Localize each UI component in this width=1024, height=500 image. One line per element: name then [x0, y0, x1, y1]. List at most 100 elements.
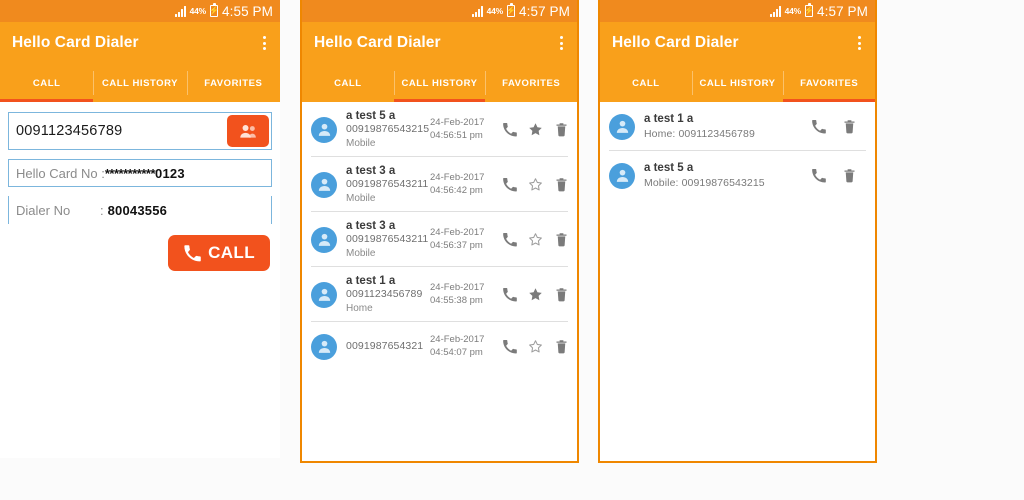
- contact-info: a test 5 a Mobile: 00919876543215: [644, 161, 807, 190]
- call-icon[interactable]: [811, 119, 826, 134]
- tab-favorites[interactable]: FAVORITES: [186, 64, 280, 102]
- delete-icon[interactable]: [842, 119, 857, 134]
- call-date: 24-Feb-2017: [430, 171, 485, 183]
- delete-icon[interactable]: [554, 287, 569, 302]
- call-time: 04:54:07 pm: [430, 346, 483, 358]
- contact-name: a test 3 a: [346, 165, 396, 178]
- person-icon: [616, 120, 628, 133]
- avatar: [609, 162, 635, 189]
- overflow-menu-icon[interactable]: [855, 33, 864, 53]
- call-timestamp: 24-Feb-2017 04:56:51 pm: [430, 117, 498, 143]
- call-icon[interactable]: [502, 177, 517, 192]
- delete-icon[interactable]: [554, 122, 569, 137]
- tab-favorites[interactable]: FAVORITES: [485, 64, 577, 102]
- delete-icon[interactable]: [554, 339, 569, 354]
- tab-call[interactable]: CALL: [600, 64, 692, 102]
- delete-icon[interactable]: [554, 177, 569, 192]
- battery-percent-label: 44%: [486, 6, 504, 16]
- favorite-star-icon[interactable]: [528, 339, 543, 354]
- contact-type: Mobile: [346, 138, 376, 150]
- dialer-no-value: 80043556: [107, 202, 168, 218]
- battery-charging-icon: ⚡: [506, 3, 516, 17]
- tab-bar: CALL CALL HISTORY FAVORITES: [302, 64, 577, 102]
- call-time: 04:56:42 pm: [430, 184, 483, 196]
- overflow-menu-icon[interactable]: [260, 33, 269, 53]
- call-history-row[interactable]: 0091987654321 24-Feb-2017 04:54:07 pm: [302, 322, 577, 371]
- status-clock: 4:57 PM: [817, 3, 868, 19]
- screenshot-root: 44% ⚡ 4:55 PM Hello Card Dialer CALL CAL…: [0, 0, 1024, 500]
- call-date: 24-Feb-2017: [430, 116, 485, 128]
- delete-icon[interactable]: [554, 232, 569, 247]
- favorite-star-icon[interactable]: [528, 287, 543, 302]
- call-date: 24-Feb-2017: [430, 333, 485, 345]
- favorite-row[interactable]: a test 5 a Mobile: 00919876543215: [600, 151, 875, 200]
- dialer-no-label: Dialer No: [16, 202, 71, 218]
- hello-card-label: Hello Card No :: [16, 165, 105, 181]
- contact-name: a test 3 a: [346, 220, 396, 233]
- contact-type: Mobile: [346, 193, 376, 205]
- app-title: Hello Card Dialer: [612, 34, 739, 51]
- contact-number: 00919876543211: [346, 233, 429, 246]
- row-actions: [498, 232, 569, 247]
- overflow-menu-icon[interactable]: [557, 33, 566, 53]
- contact-name: a test 5 a: [644, 162, 694, 175]
- hello-card-row: Hello Card No : *********** 0123: [8, 159, 272, 187]
- tab-call[interactable]: CALL: [0, 64, 94, 102]
- contact-info: a test 1 a Home: 0091123456789: [644, 112, 807, 141]
- favorite-star-icon[interactable]: [528, 122, 543, 137]
- call-time: 04:55:38 pm: [430, 294, 483, 306]
- row-actions: [498, 177, 569, 192]
- person-icon: [318, 233, 330, 246]
- panel-call: 44% ⚡ 4:55 PM Hello Card Dialer CALL CAL…: [0, 0, 280, 458]
- tab-favorites[interactable]: FAVORITES: [783, 64, 875, 102]
- status-bar: 44% ⚡ 4:55 PM: [0, 0, 280, 22]
- tab-bar: CALL CALL HISTORY FAVORITES: [0, 64, 280, 102]
- avatar: [311, 171, 337, 198]
- call-timestamp: 24-Feb-2017 04:55:38 pm: [430, 282, 498, 308]
- avatar: [311, 116, 337, 143]
- number-input-row: [8, 112, 272, 150]
- call-icon[interactable]: [811, 168, 826, 183]
- contacts-icon: [239, 124, 256, 138]
- panel-favorites: 44% ⚡ 4:57 PM Hello Card Dialer CALL CAL…: [598, 0, 877, 463]
- call-button-row: CALL: [8, 224, 272, 271]
- call-icon[interactable]: [502, 287, 517, 302]
- call-history-row[interactable]: a test 3 a 00919876543211 Mobile 24-Feb-201…: [302, 212, 577, 268]
- avatar: [311, 281, 337, 308]
- favorite-star-icon[interactable]: [528, 232, 543, 247]
- row-actions: [498, 122, 569, 137]
- tab-call[interactable]: CALL: [302, 64, 394, 102]
- favorite-row[interactable]: a test 1 a Home: 0091123456789: [600, 102, 875, 151]
- app-title: Hello Card Dialer: [12, 34, 139, 51]
- favorite-star-icon[interactable]: [528, 177, 543, 192]
- contacts-button[interactable]: [227, 115, 269, 147]
- call-history-row[interactable]: a test 5 a 00919876543215 Mobile 24-Feb-201…: [302, 102, 577, 158]
- call-icon[interactable]: [502, 232, 517, 247]
- call-button-label: CALL: [208, 243, 255, 262]
- dial-form: Hello Card No : ***********0123 Dialer N…: [0, 102, 280, 271]
- call-button[interactable]: CALL: [168, 235, 270, 271]
- tab-call-history[interactable]: CALL HISTORY: [93, 64, 186, 102]
- delete-icon[interactable]: [842, 168, 857, 183]
- call-icon[interactable]: [502, 339, 517, 354]
- contact-number: 00919876543215: [346, 123, 430, 136]
- signal-icon: [174, 5, 186, 17]
- row-actions: [807, 168, 867, 183]
- call-timestamp: 24-Feb-2017 04:54:07 pm: [430, 334, 498, 360]
- call-icon[interactable]: [502, 122, 517, 137]
- status-clock: 4:57 PM: [519, 3, 570, 19]
- avatar: [311, 333, 337, 360]
- call-date: 24-Feb-2017: [430, 226, 485, 238]
- contact-number: 00919876543211: [346, 178, 429, 191]
- battery-charging-icon: ⚡: [804, 3, 814, 17]
- dialer-no-row: Dialer No : 80043556: [8, 196, 272, 224]
- row-actions: [498, 287, 569, 302]
- call-history-row[interactable]: a test 3 a 00919876543211 Mobile 24-Feb-201…: [302, 157, 577, 213]
- row-actions: [807, 119, 867, 134]
- tab-call-history[interactable]: CALL HISTORY: [691, 64, 784, 102]
- tab-call-history[interactable]: CALL HISTORY: [393, 64, 486, 102]
- battery-percent-label: 44%: [189, 6, 207, 16]
- call-history-row[interactable]: a test 1 a 0091123456789 Home 24-Feb-2017 04…: [302, 267, 577, 323]
- contact-number: 0091123456789: [346, 288, 423, 301]
- call-time: 04:56:37 pm: [430, 239, 483, 251]
